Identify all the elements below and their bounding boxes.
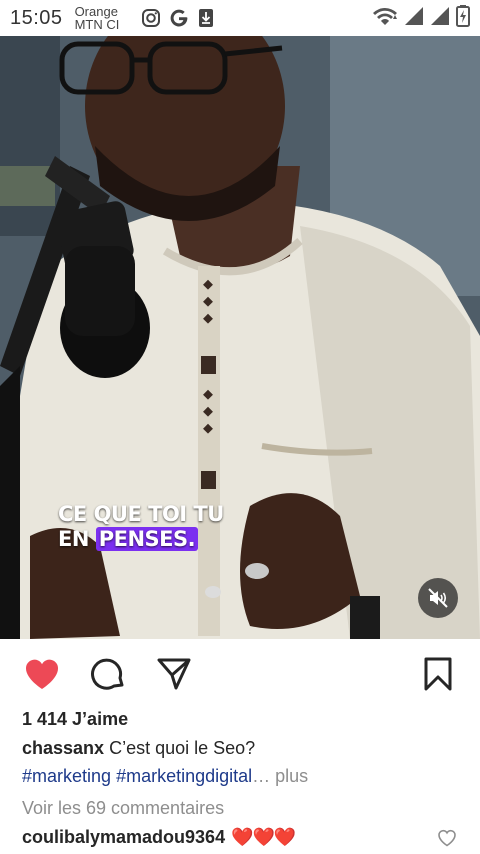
reel-video[interactable]: CE QUE TOI TU EN PENSES. bbox=[0, 36, 480, 639]
download-icon bbox=[197, 8, 215, 28]
bookmark-icon bbox=[424, 657, 452, 691]
video-caption: CE QUE TOI TU EN PENSES. bbox=[58, 502, 224, 552]
post-caption-text: C’est quoi le Seo? bbox=[109, 738, 256, 758]
post-hashtags: #marketing #marketingdigital… plus bbox=[22, 766, 308, 787]
caption-line-2-prefix: EN bbox=[58, 527, 96, 551]
heart-outline-icon bbox=[438, 829, 456, 847]
likes-count[interactable]: 1 414 J’aime bbox=[22, 709, 128, 730]
battery-charging-icon bbox=[456, 4, 470, 32]
carrier-label: Orange MTN CI bbox=[75, 5, 133, 31]
post-caption: chassanx C’est quoi le Seo? bbox=[22, 738, 255, 759]
post-action-bar bbox=[0, 650, 480, 698]
comment-like-button[interactable] bbox=[437, 828, 457, 848]
mute-toggle-button[interactable] bbox=[418, 578, 458, 618]
comment-icon bbox=[91, 658, 124, 690]
post-username[interactable]: chassanx bbox=[22, 738, 104, 758]
status-time: 15:05 bbox=[10, 6, 63, 29]
hashtag-link[interactable]: #marketing bbox=[22, 766, 111, 786]
signal-icon-1 bbox=[404, 6, 424, 31]
hashtag-link[interactable]: #marketingdigital bbox=[116, 766, 252, 786]
caption-highlight: PENSES. bbox=[95, 527, 199, 551]
comment-button[interactable] bbox=[88, 654, 128, 694]
comment-username[interactable]: coulibalymamadou9364 bbox=[22, 827, 225, 847]
google-icon bbox=[169, 8, 189, 28]
view-comments-link[interactable]: Voir les 69 commentaires bbox=[22, 798, 224, 819]
comment-text: ❤️❤️❤️ bbox=[231, 827, 296, 847]
instagram-icon bbox=[141, 8, 161, 28]
heart-filled-icon bbox=[25, 659, 59, 689]
share-button[interactable] bbox=[154, 654, 194, 694]
like-button[interactable] bbox=[22, 654, 62, 694]
carrier-line-2: MTN CI bbox=[74, 17, 120, 32]
more-caption-link[interactable]: … plus bbox=[252, 766, 308, 786]
status-bar: 15:05 Orange MTN CI bbox=[0, 0, 480, 36]
save-button[interactable] bbox=[418, 654, 458, 694]
paper-plane-icon bbox=[157, 658, 191, 690]
speaker-muted-icon bbox=[428, 588, 448, 608]
wifi-icon bbox=[372, 6, 398, 31]
caption-line-2: EN PENSES. bbox=[58, 527, 224, 552]
comment-preview: coulibalymamadou9364 ❤️❤️❤️ bbox=[22, 827, 296, 848]
caption-line-1: CE QUE TOI TU bbox=[58, 502, 224, 526]
signal-icon-2 bbox=[430, 6, 450, 31]
